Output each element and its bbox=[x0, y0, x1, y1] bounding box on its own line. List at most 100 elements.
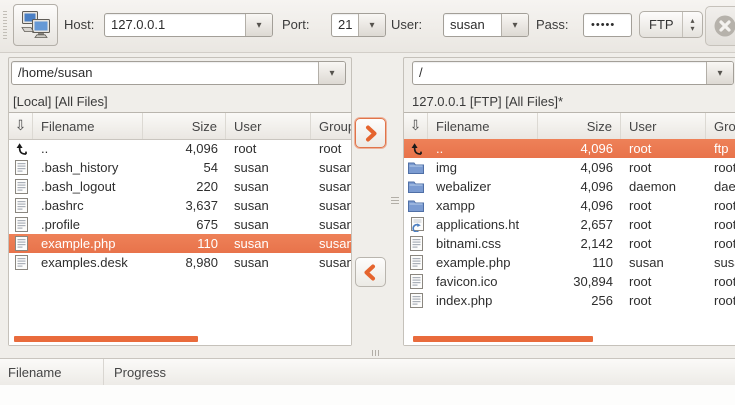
filename-column-header[interactable]: Filename bbox=[33, 113, 143, 139]
local-table-header: ⇩ Filename Size User Group bbox=[9, 113, 351, 140]
file-size: 4,096 bbox=[538, 141, 621, 156]
transfer-to-local-button[interactable] bbox=[355, 257, 386, 287]
user-column-header[interactable]: User bbox=[226, 113, 311, 139]
user-combo[interactable]: susan ▾ bbox=[443, 13, 529, 37]
chevron-down-icon[interactable]: ▾ bbox=[245, 14, 272, 36]
toolbar-grip[interactable] bbox=[3, 11, 7, 41]
file-row[interactable]: ..4,096rootftp bbox=[404, 139, 735, 158]
group-column-header[interactable]: Group bbox=[311, 113, 351, 139]
file-size: 3,637 bbox=[143, 198, 226, 213]
chevron-down-icon[interactable]: ▾ bbox=[318, 62, 345, 84]
computer-network-icon bbox=[20, 10, 52, 40]
file-row[interactable]: example.php110susansusan bbox=[404, 253, 735, 272]
file-size: 4,096 bbox=[538, 160, 621, 175]
password-field[interactable]: ••••• bbox=[583, 13, 632, 37]
file-user: root bbox=[621, 160, 706, 175]
file-name: applications.ht bbox=[428, 217, 538, 232]
local-path-combo[interactable]: /home/susan ▾ bbox=[11, 61, 346, 85]
file-row[interactable]: applications.ht2,657rootroot bbox=[404, 215, 735, 234]
file-user: root bbox=[621, 141, 706, 156]
size-column-header[interactable]: Size bbox=[143, 113, 226, 139]
file-group: root bbox=[706, 274, 735, 289]
file-group: susan bbox=[311, 198, 351, 213]
file-row[interactable]: examples.desk8,980susansusan bbox=[9, 253, 351, 272]
file-row[interactable]: example.php110susansusan bbox=[9, 234, 351, 253]
remote-path-combo[interactable]: / ▾ bbox=[412, 61, 734, 85]
queue-divider-grip[interactable] bbox=[372, 350, 373, 356]
file-name: favicon.ico bbox=[428, 274, 538, 289]
size-column-header[interactable]: Size bbox=[538, 113, 621, 139]
spin-down-icon[interactable]: ▾ bbox=[690, 25, 694, 33]
user-column-header[interactable]: User bbox=[621, 113, 706, 139]
stop-button[interactable] bbox=[705, 6, 735, 46]
pane-divider-grip[interactable] bbox=[391, 197, 399, 198]
user-input[interactable]: susan bbox=[444, 14, 501, 36]
file-user: susan bbox=[226, 160, 311, 175]
file-size: 4,096 bbox=[143, 141, 226, 156]
file-icon bbox=[404, 274, 428, 289]
port-input[interactable]: 21 bbox=[332, 14, 358, 36]
file-user: root bbox=[621, 274, 706, 289]
file-user: root bbox=[226, 141, 311, 156]
password-value: ••••• bbox=[584, 19, 615, 31]
file-icon bbox=[404, 293, 428, 308]
file-size: 4,096 bbox=[538, 179, 621, 194]
file-group: daemon bbox=[706, 179, 735, 194]
file-size: 2,657 bbox=[538, 217, 621, 232]
file-row[interactable]: .profile675susansusan bbox=[9, 215, 351, 234]
gftp-window: Host: 127.0.0.1 ▾ Port: 21 ▾ User: susan… bbox=[0, 0, 735, 405]
protocol-spinner[interactable]: FTP ▴▾ bbox=[639, 11, 703, 38]
file-row[interactable]: .bashrc3,637susansusan bbox=[9, 196, 351, 215]
folder-icon bbox=[404, 180, 428, 194]
sort-column-header[interactable]: ⇩ bbox=[9, 113, 33, 139]
transfer-to-remote-button[interactable] bbox=[355, 118, 386, 148]
file-name: .. bbox=[428, 141, 538, 156]
up-dir-icon bbox=[404, 141, 428, 156]
sort-column-header[interactable]: ⇩ bbox=[404, 113, 428, 139]
queue-filename-column-header[interactable]: Filename bbox=[0, 359, 104, 385]
remote-status-label: 127.0.0.1 [FTP] [All Files]* bbox=[412, 94, 563, 109]
host-label: Host: bbox=[64, 17, 94, 32]
connect-button[interactable] bbox=[13, 4, 58, 46]
file-row[interactable]: favicon.ico30,894rootroot bbox=[404, 272, 735, 291]
file-group: susan bbox=[311, 179, 351, 194]
sort-descending-icon: ⇩ bbox=[404, 114, 427, 138]
spinner-arrows[interactable]: ▴▾ bbox=[682, 12, 702, 37]
remote-path-input[interactable]: / bbox=[413, 62, 706, 84]
file-name: .. bbox=[33, 141, 143, 156]
host-input[interactable]: 127.0.0.1 bbox=[105, 14, 245, 36]
sort-descending-icon: ⇩ bbox=[9, 114, 32, 138]
file-name: index.php bbox=[428, 293, 538, 308]
local-path-input[interactable]: /home/susan bbox=[12, 62, 318, 84]
chevron-down-icon[interactable]: ▾ bbox=[706, 62, 733, 84]
file-row[interactable]: xampp4,096rootroot bbox=[404, 196, 735, 215]
chevron-down-icon[interactable]: ▾ bbox=[501, 14, 528, 36]
file-group: susan bbox=[311, 255, 351, 270]
file-icon bbox=[9, 179, 33, 194]
remote-horizontal-scrollbar[interactable] bbox=[413, 336, 593, 342]
file-name: .bash_history bbox=[33, 160, 143, 175]
remote-table-header: ⇩ Filename Size User Group bbox=[404, 113, 735, 140]
file-group: ftp bbox=[706, 141, 735, 156]
file-row[interactable]: index.php256rootroot bbox=[404, 291, 735, 310]
file-size: 2,142 bbox=[538, 236, 621, 251]
queue-progress-column-header[interactable]: Progress bbox=[104, 359, 166, 385]
file-row[interactable]: webalizer4,096daemondaemon bbox=[404, 177, 735, 196]
port-combo[interactable]: 21 ▾ bbox=[331, 13, 386, 37]
local-pane: /home/susan ▾ [Local] [All Files] ⇩ File… bbox=[8, 57, 352, 346]
file-group: root bbox=[706, 217, 735, 232]
file-row[interactable]: .bash_logout220susansusan bbox=[9, 177, 351, 196]
remote-pane: / ▾ 127.0.0.1 [FTP] [All Files]* ⇩ Filen… bbox=[403, 57, 735, 346]
filename-column-header[interactable]: Filename bbox=[428, 113, 538, 139]
group-column-header[interactable]: Group bbox=[706, 113, 735, 139]
file-row[interactable]: bitnami.css2,142rootroot bbox=[404, 234, 735, 253]
file-group: root bbox=[311, 141, 351, 156]
html-file-icon bbox=[404, 217, 428, 232]
host-combo[interactable]: 127.0.0.1 ▾ bbox=[104, 13, 273, 37]
file-user: root bbox=[621, 236, 706, 251]
file-row[interactable]: .bash_history54susansusan bbox=[9, 158, 351, 177]
file-row[interactable]: ..4,096rootroot bbox=[9, 139, 351, 158]
local-horizontal-scrollbar[interactable] bbox=[14, 336, 198, 342]
file-row[interactable]: img4,096rootroot bbox=[404, 158, 735, 177]
chevron-down-icon[interactable]: ▾ bbox=[358, 14, 385, 36]
